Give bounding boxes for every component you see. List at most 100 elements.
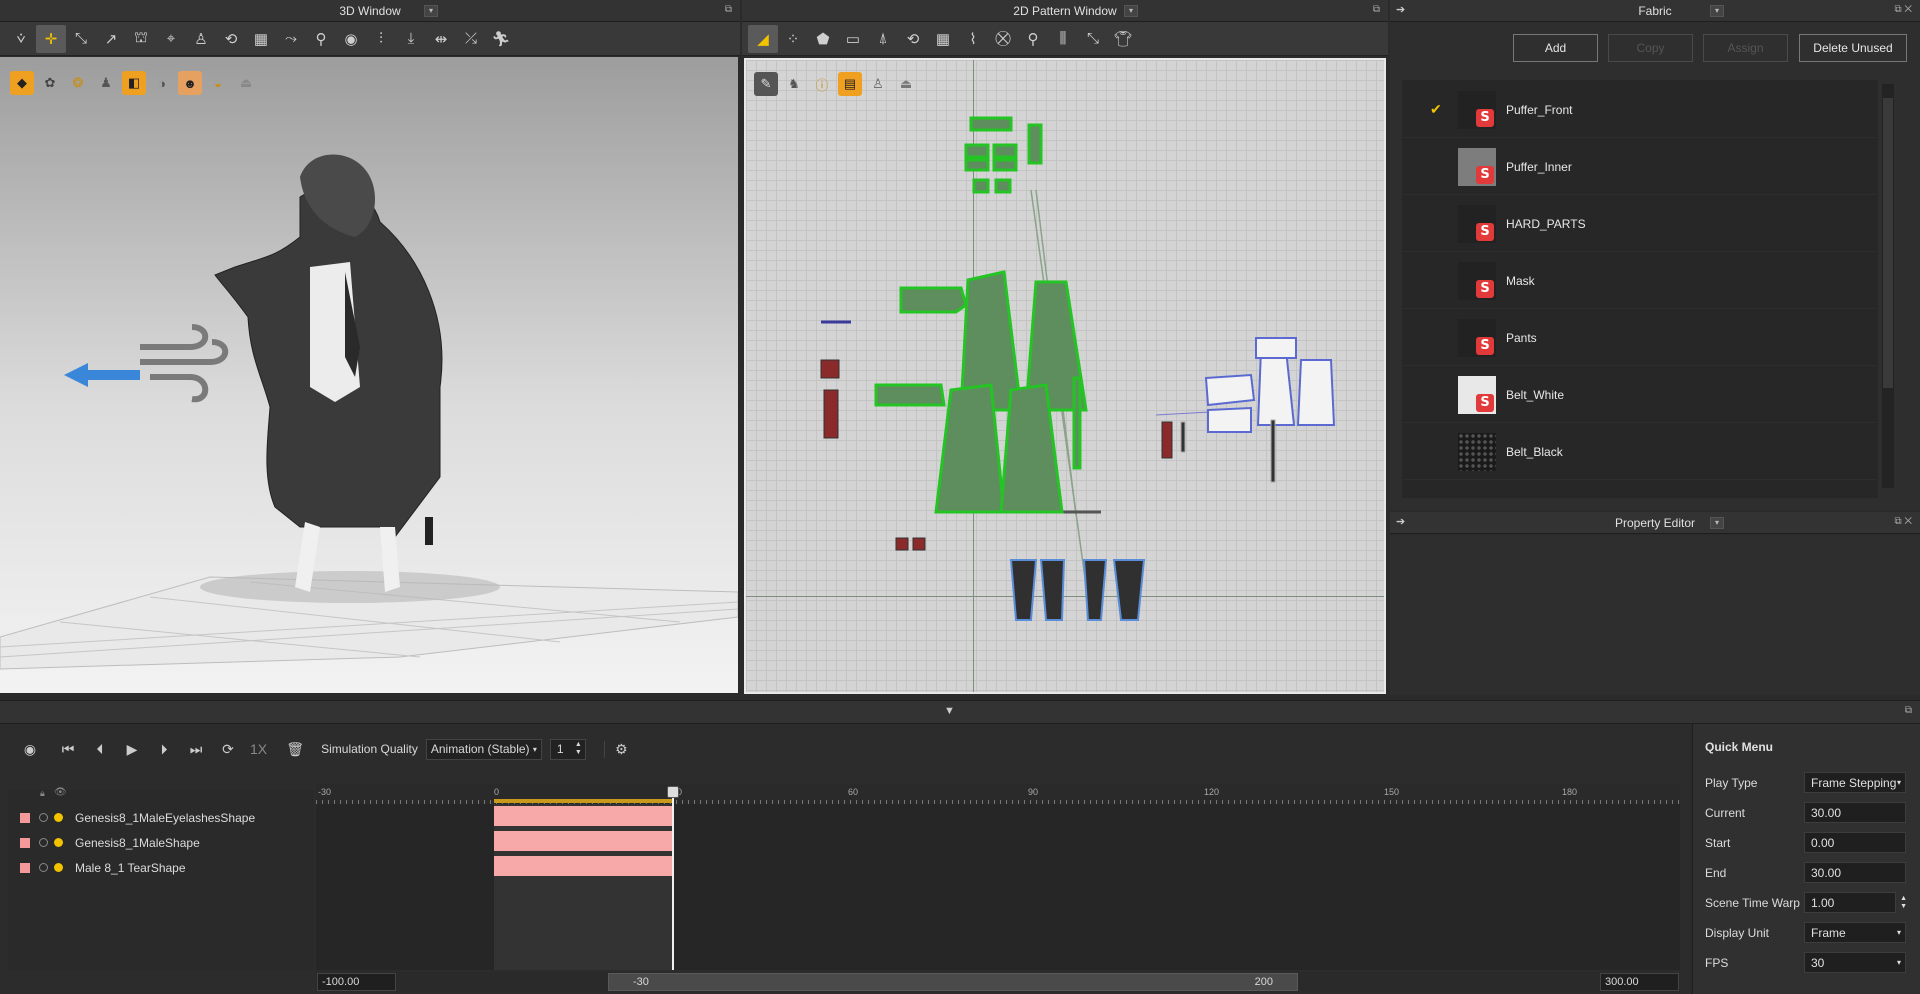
fabric-panel-dropdown[interactable]: ▾	[1710, 5, 1724, 17]
last-frame-icon[interactable]: ⏭	[184, 741, 208, 758]
active-range-bar[interactable]	[494, 799, 672, 803]
keyframe-clip[interactable]	[494, 806, 672, 826]
fabric-list-scrollbar[interactable]	[1882, 84, 1894, 488]
topstitch-icon[interactable]: ⤓	[396, 25, 426, 53]
speed-button[interactable]: 1X	[250, 741, 267, 757]
visibility-toggle[interactable]	[54, 863, 63, 872]
tack-icon[interactable]: ⟲	[216, 25, 246, 53]
fabric-item[interactable]: S Pants	[1402, 310, 1876, 366]
texture-display-icon[interactable]: ❂	[66, 71, 90, 95]
loop-icon[interactable]: ⟳	[216, 741, 240, 758]
track-item[interactable]: Male 8_1 TearShape	[8, 855, 314, 880]
display-unit-select[interactable]: Frame ▾	[1804, 922, 1906, 943]
visibility-icon[interactable]: 👁︎	[54, 787, 67, 798]
visibility-toggle[interactable]	[54, 838, 63, 847]
grid-pattern-icon[interactable]: ▦	[928, 25, 958, 53]
play-icon[interactable]: ▶	[120, 741, 144, 758]
rectangle-icon[interactable]: ▭	[838, 25, 868, 53]
surface-display-icon[interactable]: ◧	[122, 71, 146, 95]
select-move-icon[interactable]: ⩒	[6, 25, 36, 53]
range-right-input[interactable]: 300.00	[1600, 973, 1679, 991]
trash-icon[interactable]: 🗑︎	[283, 741, 307, 758]
garment-display-icon[interactable]: ✿	[38, 71, 62, 95]
keyframe-clip[interactable]	[494, 856, 672, 876]
fabric-item[interactable]: S Belt_White	[1402, 367, 1876, 423]
info-display-icon[interactable]: ⓘ	[810, 72, 834, 96]
hair-display-icon[interactable]: ◒	[206, 71, 230, 95]
property-close-icon[interactable]: ⧉ ✕	[1894, 516, 1912, 527]
shirt-icon[interactable]: 👕︎	[1108, 25, 1138, 53]
segment-sewing-icon[interactable]: ⛒	[988, 25, 1018, 53]
select-mesh-icon[interactable]: ⤡	[66, 25, 96, 53]
fabric-item[interactable]: S HARD_PARTS	[1402, 196, 1876, 252]
pattern-display-icon[interactable]: ✎	[754, 72, 778, 96]
lock-toggle[interactable]	[39, 838, 48, 847]
scroll-thumb[interactable]	[1883, 98, 1893, 388]
skin-display-icon[interactable]: ☻	[178, 71, 202, 95]
first-frame-icon[interactable]: ⏮	[56, 741, 80, 758]
free-sewing-icon[interactable]: ⚲	[1018, 25, 1048, 53]
property-back-icon[interactable]: ➔	[1396, 515, 1405, 528]
sewing-line-icon[interactable]: ⤳	[276, 25, 306, 53]
3d-viewport[interactable]: ◆ ✿ ❂ ♟ ◧ ◑ ☻ ◒ ⏏	[0, 57, 738, 693]
stepper-arrows-icon[interactable]: ▲ ▼	[1900, 895, 1907, 911]
playhead-handle[interactable]	[667, 786, 679, 798]
fabric-display-icon[interactable]: ♞	[782, 72, 806, 96]
collapse-arrow-icon[interactable]: ▼	[944, 705, 955, 717]
strengthen-icon[interactable]: ⚲	[306, 25, 336, 53]
pose-display-icon[interactable]: ♟	[94, 71, 118, 95]
current-field[interactable]: 30.00	[1804, 802, 1906, 823]
keyframe-clip[interactable]	[494, 831, 672, 851]
garment-fit-icon[interactable]: ⛫	[126, 25, 156, 53]
button-tool-icon[interactable]: ◉	[336, 25, 366, 53]
prev-frame-icon[interactable]: ⏴	[88, 741, 112, 758]
dart-icon[interactable]: ⍋	[868, 25, 898, 53]
edit-pattern-icon[interactable]: ◢	[748, 24, 778, 53]
timeline-pin-icon[interactable]: ⧉	[1905, 705, 1912, 716]
assign-fabric-button[interactable]: Assign	[1703, 34, 1788, 62]
scene-time-warp-stepper[interactable]: 1.00 ▲ ▼	[1804, 892, 1907, 913]
fabric-panel-back-icon[interactable]: ➔	[1396, 3, 1405, 16]
range-slider[interactable]: -30 200	[608, 973, 1298, 991]
texture-2d-icon[interactable]: ▤	[838, 72, 862, 96]
delete-unused-button[interactable]: Delete Unused	[1799, 34, 1907, 62]
grid-tool-icon[interactable]: ▦	[246, 25, 276, 53]
visibility-toggle[interactable]	[54, 813, 63, 822]
zipper-icon[interactable]: ⫶	[366, 25, 396, 53]
lock-toggle[interactable]	[39, 813, 48, 822]
2d-viewport[interactable]: ✎ ♞ ⓘ ▤ ♙ ⏏	[744, 58, 1386, 694]
fps-select[interactable]: 30 ▾	[1804, 952, 1906, 973]
edit-point-icon[interactable]: ⁘	[778, 25, 808, 53]
avatar-tool-icon[interactable]: ♙	[186, 25, 216, 53]
track-item[interactable]: Genesis8_1MaleShape	[8, 830, 314, 855]
copy-fabric-button[interactable]: Copy	[1608, 34, 1693, 62]
trace-icon[interactable]: ⟲	[898, 25, 928, 53]
shading-display-icon[interactable]: ◑	[150, 71, 174, 95]
playhead[interactable]	[672, 790, 674, 970]
timeline-tracks-area[interactable]: -30 0 30 60 90 120 150 180	[316, 784, 1680, 970]
puckering-icon[interactable]: ⤰	[456, 25, 486, 53]
pin-icon[interactable]: ⌖	[156, 25, 186, 53]
fold-icon[interactable]: ⌇	[958, 25, 988, 53]
3d-window-pin-icon[interactable]: ⧉	[725, 4, 732, 15]
panel-divider[interactable]: ▼ ⧉	[0, 700, 1920, 724]
fabric-item[interactable]: S Puffer_Inner	[1402, 139, 1876, 195]
garment-2d-icon[interactable]: ♙	[866, 72, 890, 96]
play-type-select[interactable]: Frame Stepping ▾	[1804, 772, 1906, 793]
track-item[interactable]: Genesis8_1MaleEyelashesShape	[8, 805, 314, 830]
export-2d-icon[interactable]: ⏏	[894, 72, 918, 96]
export-display-icon[interactable]: ⏏	[234, 71, 258, 95]
sim-quality-select[interactable]: Animation (Stable) ▾	[425, 738, 542, 760]
2d-window-pin-icon[interactable]: ⧉	[1373, 4, 1380, 15]
polygon-icon[interactable]: ⬟	[808, 25, 838, 53]
record-icon[interactable]: ◉	[18, 741, 42, 758]
avatar-display-icon[interactable]: ◆	[10, 71, 34, 95]
2d-window-dropdown[interactable]: ▾	[1124, 5, 1138, 17]
measure-icon[interactable]: ⇹	[426, 25, 456, 53]
3d-window-dropdown[interactable]: ▾	[424, 5, 438, 17]
next-frame-icon[interactable]: ⏵	[152, 741, 176, 758]
fabric-panel-close-icon[interactable]: ⧉ ✕	[1894, 4, 1912, 15]
end-field[interactable]: 30.00	[1804, 862, 1906, 883]
sim-settings-icon[interactable]: ⚙	[603, 740, 628, 758]
fabric-item[interactable]: Belt_Black	[1402, 424, 1876, 480]
